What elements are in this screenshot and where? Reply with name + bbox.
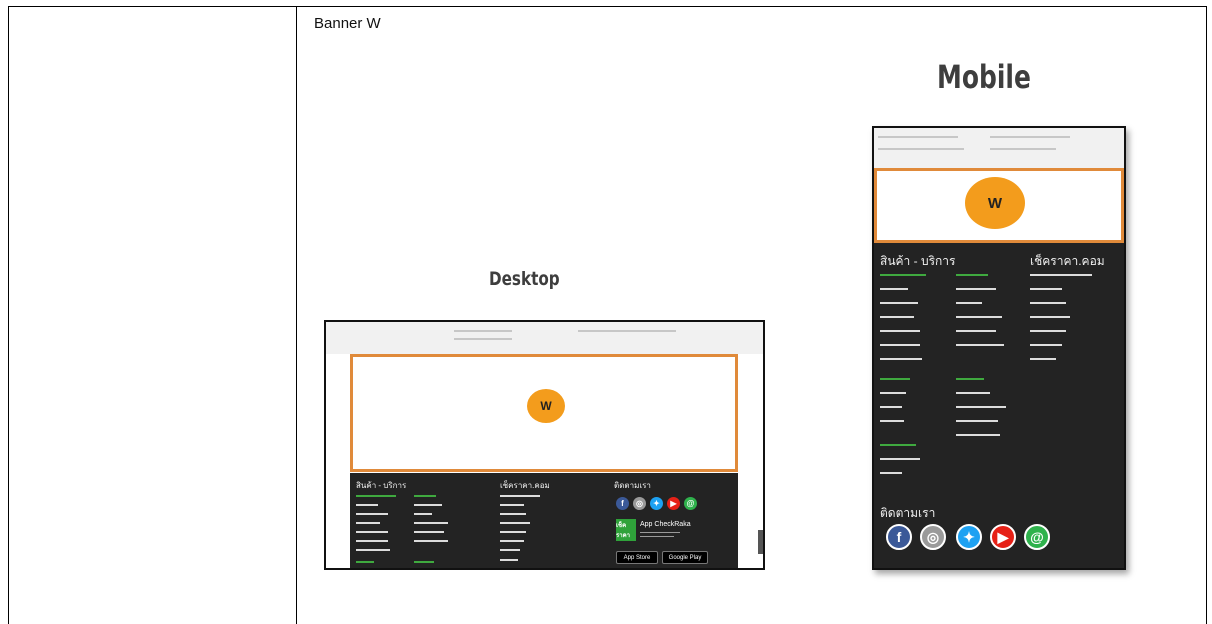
twitter-icon[interactable]: ✦ bbox=[956, 524, 982, 550]
banner-caption: Banner W bbox=[314, 15, 381, 32]
desktop-mockup: W สินค้า - บริการ เช็คราคา.คอม ติดตามเรา… bbox=[324, 320, 765, 570]
table-border-left bbox=[8, 6, 9, 624]
line-icon[interactable]: @ bbox=[1024, 524, 1050, 550]
youtube-icon[interactable]: ▶ bbox=[667, 497, 680, 510]
mobile-heading: Mobile bbox=[937, 58, 1031, 96]
twitter-icon[interactable]: ✦ bbox=[650, 497, 663, 510]
footer-products-title: สินค้า - บริการ bbox=[356, 481, 407, 490]
w-logo: W bbox=[527, 389, 565, 423]
app-name: App CheckRaka bbox=[640, 521, 691, 528]
google-play-badge[interactable]: Google Play bbox=[662, 551, 708, 564]
youtube-icon[interactable]: ▶ bbox=[990, 524, 1016, 550]
desktop-banner: W bbox=[350, 354, 738, 472]
w-logo: W bbox=[965, 177, 1025, 229]
footer-checkraka-title: เช็คราคา.คอม bbox=[1030, 254, 1105, 268]
mobile-banner: W bbox=[874, 168, 1124, 243]
footer-products-title: สินค้า - บริการ bbox=[880, 254, 956, 268]
footer-checkraka-title: เช็คราคา.คอม bbox=[500, 481, 550, 490]
instagram-icon[interactable]: ◎ bbox=[633, 497, 646, 510]
table-border-right bbox=[1206, 6, 1207, 624]
scrollbar[interactable] bbox=[758, 530, 763, 554]
mobile-mockup: W สินค้า - บริการ เช็คราคา.คอม ติดตามเรา… bbox=[872, 126, 1126, 570]
facebook-icon[interactable]: f bbox=[886, 524, 912, 550]
footer-follow-title: ติดตามเรา bbox=[880, 506, 936, 520]
app-store-badge[interactable]: App Store bbox=[616, 551, 658, 564]
mobile-top-links bbox=[874, 128, 1124, 168]
table-column-divider bbox=[296, 6, 297, 624]
facebook-icon[interactable]: f bbox=[616, 497, 629, 510]
footer-follow-title: ติดตามเรา bbox=[614, 481, 651, 490]
line-icon[interactable]: @ bbox=[684, 497, 697, 510]
desktop-heading: Desktop bbox=[489, 268, 560, 290]
checkraka-app-logo: เช็ค ราคา bbox=[616, 519, 636, 541]
table-border-top bbox=[8, 6, 1207, 7]
instagram-icon[interactable]: ◎ bbox=[920, 524, 946, 550]
desktop-top-links bbox=[326, 322, 763, 354]
desktop-footer: สินค้า - บริการ เช็คราคา.คอม ติดตามเรา f… bbox=[350, 473, 738, 568]
